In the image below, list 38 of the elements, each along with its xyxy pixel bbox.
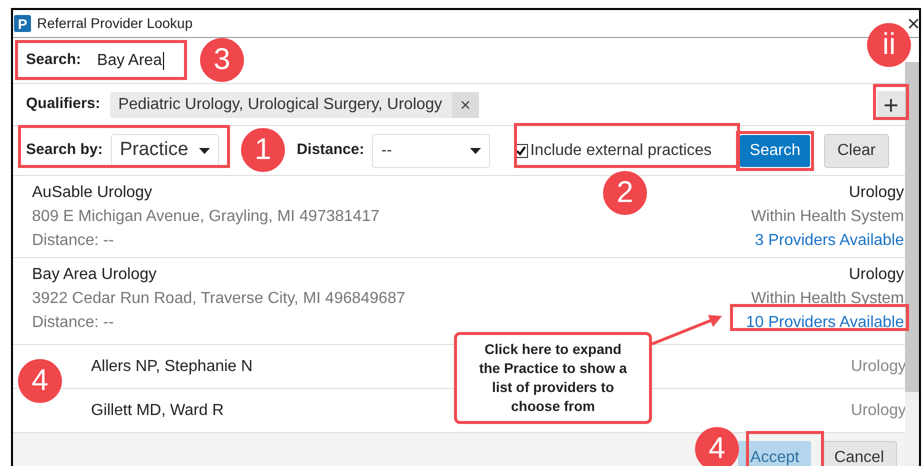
practice-distance: Distance: -- — [32, 313, 114, 333]
practice-name[interactable]: AuSable Urology — [32, 181, 152, 205]
practice-address: 3922 Cedar Run Road, Traverse City, MI 496849687 — [32, 289, 406, 309]
search-button[interactable]: Search — [740, 134, 810, 166]
search-by-label: Search by: — [26, 140, 103, 160]
include-external-checkbox[interactable]: Include external practices — [514, 138, 712, 162]
callout-box: Click here to expand the Practice to show a list of providers to choose from — [454, 332, 652, 424]
provider-name[interactable]: Allers NP, Stephanie N — [91, 354, 253, 378]
search-label: Search: — [26, 50, 82, 70]
qualifier-tag: Pediatric Urology, Urological Surgery, Urology × — [110, 92, 479, 118]
step-marker: 4 — [695, 427, 739, 466]
search-field[interactable]: Bay Area — [97, 52, 164, 70]
step-marker: 2 — [603, 171, 647, 215]
cancel-button[interactable]: Cancel — [821, 441, 897, 466]
provider-specialty: Urology — [850, 400, 906, 420]
network-status: Within Health System — [751, 207, 904, 227]
search-by-dropdown[interactable]: Practice — [110, 134, 219, 168]
practice-specialty: Urology — [848, 183, 904, 203]
window-title: Referral Provider Lookup — [37, 14, 193, 33]
step-marker: 4 — [18, 359, 62, 403]
distance-dropdown[interactable]: -- — [372, 134, 490, 168]
practice-address: 809 E Michigan Avenue, Grayling, MI 497381417 — [32, 207, 380, 227]
step-marker: 1 — [241, 128, 285, 172]
practice-distance: Distance: -- — [32, 231, 114, 251]
qualifiers-label: Qualifiers: — [26, 94, 100, 114]
practice-specialty: Urology — [848, 265, 904, 285]
network-status: Within Health System — [751, 289, 904, 309]
practice-name[interactable]: Bay Area Urology — [32, 263, 157, 287]
providers-link[interactable]: 10 Providers Available — [746, 311, 904, 335]
remove-button[interactable]: × — [452, 92, 479, 118]
distance-label: Distance: — [296, 140, 364, 160]
app-logo-icon: P — [14, 15, 31, 32]
provider-specialty: Urology — [850, 356, 906, 376]
providers-link[interactable]: 3 Providers Available — [754, 229, 904, 253]
clear-button[interactable]: Clear — [824, 134, 889, 168]
add-button[interactable]: + — [877, 90, 905, 118]
provider-name[interactable]: Gillett MD, Ward R — [91, 398, 224, 422]
step-marker: 3 — [200, 38, 244, 82]
